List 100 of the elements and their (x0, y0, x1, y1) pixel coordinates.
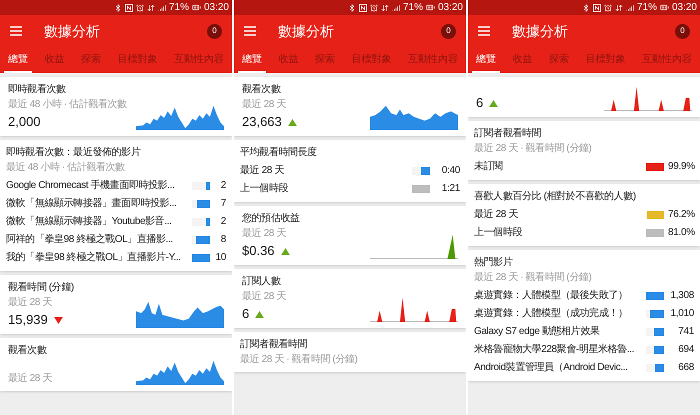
data-arrows-icon (146, 4, 155, 12)
signal-icon (392, 4, 400, 12)
metric-card[interactable]: 觀看次數 最近 28 天 23,663 (234, 77, 466, 136)
row-label: 桌遊實錄：人體模型（成功完成！） (474, 308, 629, 320)
card-subtitle: 最近 28 天 · 觀看時間 (分鐘) (474, 142, 592, 155)
row-value: 99.9% (668, 160, 694, 174)
app-title: 數據分析 (512, 22, 569, 40)
tab[interactable]: 總覽 (472, 47, 500, 73)
row-value: 694 (677, 343, 694, 357)
app-title: 數據分析 (278, 22, 335, 40)
alarm-icon (136, 4, 144, 12)
row-label: 米格魯寵物大學228聚會-明星米格魯... (474, 344, 635, 356)
row-label: 上一個時段 (474, 226, 524, 238)
battery-icon (660, 3, 669, 12)
row-label: 最近 28 天 (240, 164, 285, 176)
card-subtitle: 最近 28 天 · 觀看時間 (分鐘) (474, 271, 592, 284)
card-title: 訂閱者觀看時間 (474, 127, 542, 140)
card-subtitle: 最近 28 天 (242, 98, 287, 111)
metric-value: $0.36 (242, 243, 275, 259)
battery-icon (192, 3, 201, 12)
row-value: 8 (220, 233, 226, 247)
battery-percent: 71% (402, 2, 423, 12)
clock-time: 03:20 (204, 2, 229, 12)
bar-list-card[interactable]: 熱門影片 最近 28 天 · 觀看時間 (分鐘) 桌遊實錄：人體模型（最後失敗了） 1,308 桌遊實錄：人體模型（成功完成！） 1,010 Galaxy S7 edge 動態相片效果 741 米格魯寵物大學228聚會-明星米格魯... 694 Android裝置管理員（Android Devic... 668 (468, 250, 700, 381)
clock-time: 03:20 (672, 2, 697, 12)
row-label: 未訂閱 (474, 160, 504, 172)
tab[interactable]: 總覽 (4, 47, 32, 73)
row-value: 741 (677, 325, 694, 339)
row-value: 76.2% (668, 208, 694, 222)
card-title: 喜歡人數百分比 (相對於不喜歡的人數) (474, 190, 637, 203)
data-arrows-icon (614, 4, 623, 12)
menu-icon[interactable] (244, 26, 256, 36)
notification-badge[interactable]: 0 (441, 24, 456, 38)
card-subtitle: 最近 28 天 (242, 227, 287, 240)
row-value: 0:40 (440, 164, 460, 178)
card-title: 訂閱者觀看時間 (240, 338, 308, 351)
card-title: 即時觀看次數：最近發佈的影片 (6, 146, 142, 159)
data-arrows-icon (380, 4, 389, 12)
bar-list-card[interactable]: 訂閱者觀看時間 最近 28 天 · 觀看時間 (分鐘) (234, 332, 466, 372)
row-value: 7 (220, 197, 226, 211)
menu-icon[interactable] (10, 26, 22, 36)
metric-card[interactable]: 即時觀看次數 最近 48 小時 · 估計觀看次數 2,000 (0, 77, 232, 136)
alarm-icon (370, 4, 378, 12)
bluetooth-icon (582, 4, 590, 12)
metric-value: 23,663 (242, 114, 282, 130)
row-label: Galaxy S7 edge 動態相片效果 (474, 326, 601, 338)
menu-icon[interactable] (478, 26, 490, 36)
bar-list-card[interactable]: 喜歡人數百分比 (相對於不喜歡的人數) 最近 28 天 76.2% 上一個時段 81.0% (468, 184, 700, 246)
clock-time: 03:20 (438, 2, 463, 12)
row-label: Android裝置管理員（Android Devic... (474, 362, 628, 374)
card-subtitle: 最近 28 天 · 觀看時間 (分鐘) (240, 353, 358, 366)
bluetooth-icon (348, 4, 356, 12)
bluetooth-icon (114, 4, 122, 12)
bar-list-card[interactable]: 即時觀看次數：最近發佈的影片 最近 48 小時 · 估計觀看次數 Google Chromecast 手機畫面即時投影... 2 微軟「無線顯示轉接器」畫面即時投影... 7 微軟「無線顯示轉接器」Youtube影音... 2 阿祥的「拳皇98 終極之戰OL」直播影... 8 我的「拳皇98 終極之戰OL」直播影片-Y... 10 (0, 140, 232, 271)
metric-card[interactable]: 您的預估收益 最近 28 天 $0.36 (234, 206, 466, 265)
row-value: 1,010 (669, 307, 694, 321)
card-title: 即時觀看次數 (8, 83, 67, 96)
row-label: 阿祥的「拳皇98 終極之戰OL」直播影... (6, 234, 174, 246)
metric-card[interactable]: 觀看次數 最近 28 天 (0, 338, 232, 391)
row-label: 微軟「無線顯示轉接器」Youtube影音... (6, 216, 172, 228)
row-label: 上一個時段 (240, 182, 290, 194)
metric-value: 6 (476, 95, 484, 111)
row-value: 668 (677, 361, 694, 375)
metric-value: 15,939 (8, 312, 48, 328)
card-subtitle: 最近 28 天 (242, 290, 287, 303)
row-label: 桌遊實錄：人體模型（最後失敗了） (474, 290, 629, 302)
row-value: 81.0% (668, 226, 694, 240)
bar-list-card[interactable]: 訂閱者觀看時間 最近 28 天 · 觀看時間 (分鐘) 未訂閱 99.9% (468, 121, 700, 180)
row-label: 微軟「無線顯示轉接器」畫面即時投影... (6, 198, 178, 210)
row-label: 我的「拳皇98 終極之戰OL」直播影片-Y... (6, 252, 182, 264)
row-value: 10 (214, 251, 226, 265)
battery-icon (426, 3, 435, 12)
battery-percent: 71% (168, 2, 189, 12)
metric-card[interactable]: 訂閱人數 最近 28 天 6 (234, 269, 466, 328)
app-title: 數據分析 (44, 22, 101, 40)
nfc-icon (592, 4, 601, 12)
metric-value: 6 (242, 306, 250, 322)
tab[interactable]: 總覽 (238, 47, 266, 73)
card-title: 熱門影片 (474, 256, 514, 269)
bar-list-card[interactable]: 平均觀看時間長度 最近 28 天 0:40 上一個時段 1:21 (234, 140, 466, 202)
nfc-icon (358, 4, 367, 12)
metric-value: 2,000 (8, 114, 41, 130)
card-title: 觀看次數 (8, 344, 48, 357)
row-value: 1,308 (669, 289, 694, 303)
signal-icon (626, 4, 634, 12)
card-subtitle: 最近 28 天 (8, 372, 53, 385)
alarm-icon (604, 4, 612, 12)
row-label: Google Chromecast 手機畫面即時投影... (6, 180, 176, 192)
notification-badge[interactable]: 0 (207, 24, 222, 38)
notification-badge[interactable]: 0 (675, 24, 690, 38)
row-value: 2 (220, 179, 226, 193)
signal-icon (158, 4, 166, 12)
card-title: 觀看時間 (分鐘) (8, 281, 75, 294)
card-subtitle: 最近 48 小時 · 估計觀看次數 (6, 161, 126, 174)
row-value: 1:21 (440, 182, 460, 196)
metric-card[interactable]: 觀看時間 (分鐘) 最近 28 天 15,939 (0, 275, 232, 334)
metric-card[interactable]: 6 (468, 77, 700, 117)
card-title: 訂閱人數 (242, 275, 282, 288)
row-label: 最近 28 天 (474, 208, 519, 220)
row-value: 2 (220, 215, 226, 229)
